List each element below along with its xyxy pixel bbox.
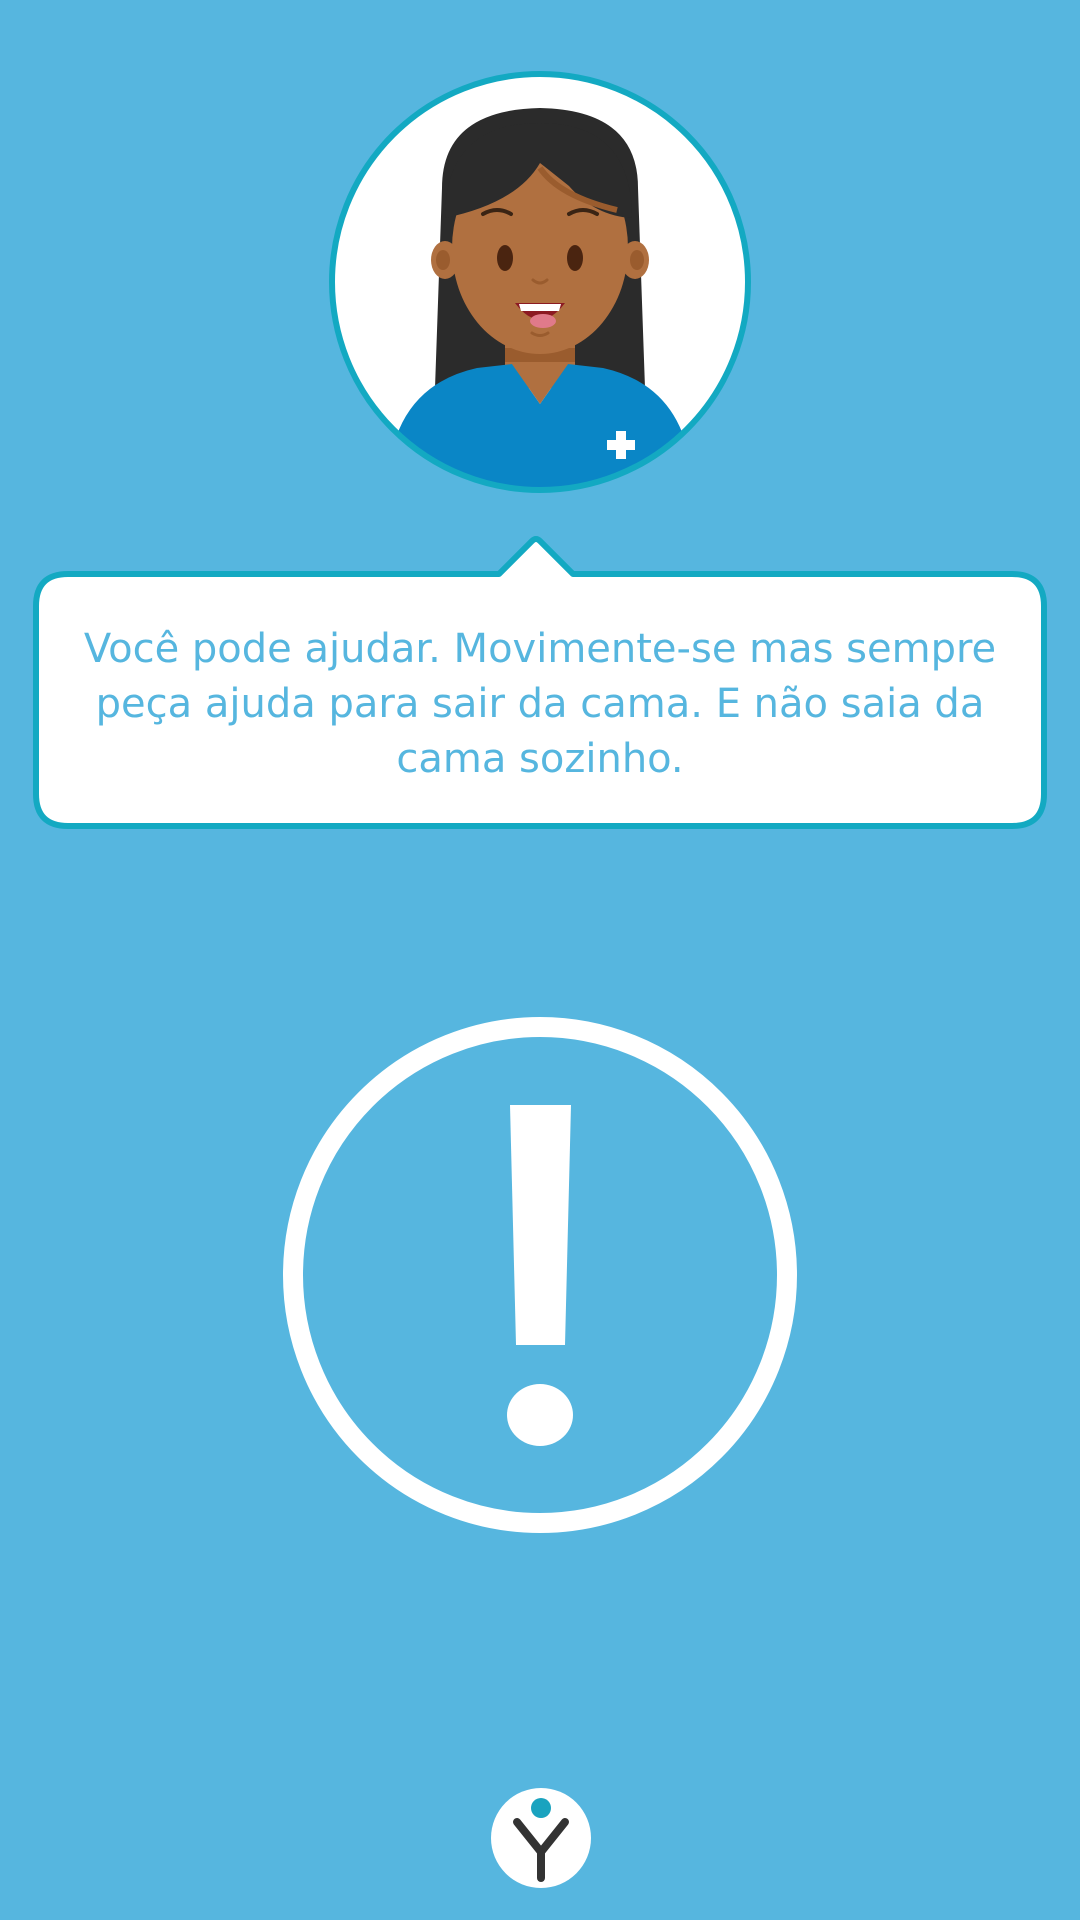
left-eye xyxy=(497,245,513,271)
nurse-avatar-icon xyxy=(327,68,753,498)
screen-background: Você pode ajudar. Movimente-se mas sempr… xyxy=(0,0,1080,1920)
brand-logo-svg xyxy=(491,1788,591,1888)
exclamation-bar xyxy=(510,1105,571,1345)
speech-bubble-message: Você pode ajudar. Movimente-se mas sempr… xyxy=(83,626,997,782)
nurse-avatar-svg xyxy=(329,71,751,493)
right-eye xyxy=(567,245,583,271)
alert-svg xyxy=(283,1017,797,1533)
exclamation-dot xyxy=(507,1384,573,1446)
logo-dot xyxy=(531,1798,551,1818)
exclamation-warning-icon xyxy=(282,1016,798,1534)
brand-logo-icon xyxy=(489,1786,593,1890)
